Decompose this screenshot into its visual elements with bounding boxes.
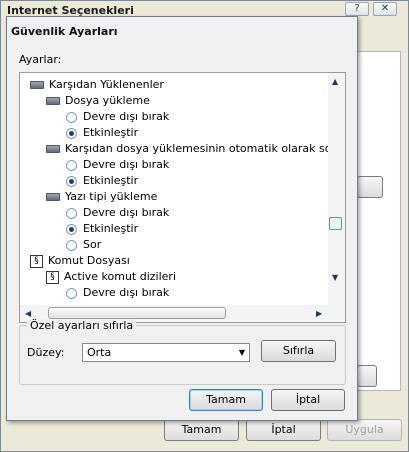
tree-category: Dosya yükleme xyxy=(46,93,150,109)
bg-cancel-button[interactable]: İptal xyxy=(246,419,321,441)
background-panel xyxy=(357,51,401,391)
horizontal-scroll-thumb[interactable] xyxy=(48,307,226,319)
tree-item-label: Etkinleştir xyxy=(83,126,139,139)
settings-category-icon xyxy=(46,97,60,105)
tree-item-label: Dosya yükleme xyxy=(65,94,150,107)
level-select-value: Orta xyxy=(87,346,112,359)
radio-unchecked-icon[interactable] xyxy=(66,239,77,251)
radio-option[interactable]: Sor xyxy=(66,237,101,253)
tree-category: Yazı tipi yükleme xyxy=(46,189,157,205)
tree-item-label: Devre dışı bırak xyxy=(83,286,170,299)
reset-group-title: Özel ayarları sıfırla xyxy=(27,319,137,332)
scroll-down-icon[interactable]: ▼ xyxy=(332,273,338,282)
settings-tree[interactable]: Karşıdan Yüklenenler Dosya yükleme Devre d… xyxy=(19,72,346,323)
vertical-scrollbar[interactable]: ▲ ▼ xyxy=(328,73,345,322)
radio-option[interactable]: Devre dışı bırak xyxy=(66,205,169,221)
scroll-right-icon[interactable]: ▶ xyxy=(316,309,322,318)
radio-option[interactable]: Etkinleştir xyxy=(66,221,138,237)
reset-button[interactable]: Sıfırla xyxy=(261,340,336,362)
tree-category: § Active komut dizileri xyxy=(46,269,176,285)
level-label: Düzey: xyxy=(27,346,65,359)
tree-category: § Komut Dosyası xyxy=(30,253,130,269)
script-icon: § xyxy=(46,270,59,284)
tree-item-label: Komut Dosyası xyxy=(48,254,130,267)
tree-item-label: Devre dışı bırak xyxy=(83,158,170,171)
tree-item-label: Yazı tipi yükleme xyxy=(65,190,158,203)
tree-item-label: Devre dışı bırak xyxy=(83,206,170,219)
level-select[interactable]: Orta ▼ xyxy=(82,343,250,362)
scroll-thumb[interactable] xyxy=(329,217,342,230)
radio-unchecked-icon[interactable] xyxy=(66,159,77,171)
radio-checked-icon[interactable] xyxy=(66,223,77,235)
close-button[interactable]: ✕ xyxy=(373,2,397,16)
radio-unchecked-icon[interactable] xyxy=(66,111,77,123)
tree-item-label: Devre dışı bırak xyxy=(83,110,170,123)
radio-option[interactable]: Devre dışı bırak xyxy=(66,109,169,125)
dialog-title: Güvenlik Ayarları xyxy=(11,25,118,38)
bg-ok-button[interactable]: Tamam xyxy=(164,419,239,441)
radio-checked-icon[interactable] xyxy=(66,175,77,187)
scroll-up-icon[interactable]: ▲ xyxy=(332,77,338,86)
radio-unchecked-icon[interactable] xyxy=(66,287,77,299)
tree-item-label: Karşıdan Yüklenenler xyxy=(49,78,164,91)
settings-category-icon xyxy=(46,145,60,153)
scroll-left-icon[interactable]: ◀ xyxy=(25,309,31,318)
tree-category: Karşıdan Yüklenenler xyxy=(30,77,164,93)
tree-item-label: Etkinleştir xyxy=(83,174,139,187)
radio-option[interactable]: Devre dışı bırak xyxy=(66,157,169,173)
tree-item-label: Active komut dizileri xyxy=(64,270,176,283)
settings-category-icon xyxy=(46,193,60,201)
settings-category-icon xyxy=(30,81,44,89)
radio-option[interactable]: Devre dışı bırak xyxy=(66,285,169,301)
radio-option[interactable]: Etkinleştir xyxy=(66,125,138,141)
background-panel-button-2[interactable] xyxy=(357,365,377,387)
chevron-down-icon: ▼ xyxy=(238,348,245,357)
background-panel-button[interactable] xyxy=(357,176,383,198)
cancel-button[interactable]: İptal xyxy=(271,389,345,411)
settings-label: Ayarlar: xyxy=(19,53,62,66)
radio-option[interactable]: Etkinleştir xyxy=(66,173,138,189)
radio-checked-icon[interactable] xyxy=(66,127,77,139)
tree-item-label: Sor xyxy=(83,238,102,251)
bg-apply-button[interactable]: Uygula xyxy=(327,419,402,441)
security-settings-dialog: Güvenlik Ayarları Ayarlar: Karşıdan Yükl… xyxy=(6,16,358,421)
script-icon: § xyxy=(30,254,43,268)
tree-category: Karşıdan dosya yüklemesinin otomatik ola… xyxy=(46,141,346,157)
tree-item-label: Etkinleştir xyxy=(83,222,139,235)
help-button[interactable]: ? xyxy=(345,2,369,16)
tree-item-label: Karşıdan dosya yüklemesinin otomatik ola… xyxy=(65,142,346,155)
radio-unchecked-icon[interactable] xyxy=(66,207,77,219)
ok-button[interactable]: Tamam xyxy=(189,389,263,411)
